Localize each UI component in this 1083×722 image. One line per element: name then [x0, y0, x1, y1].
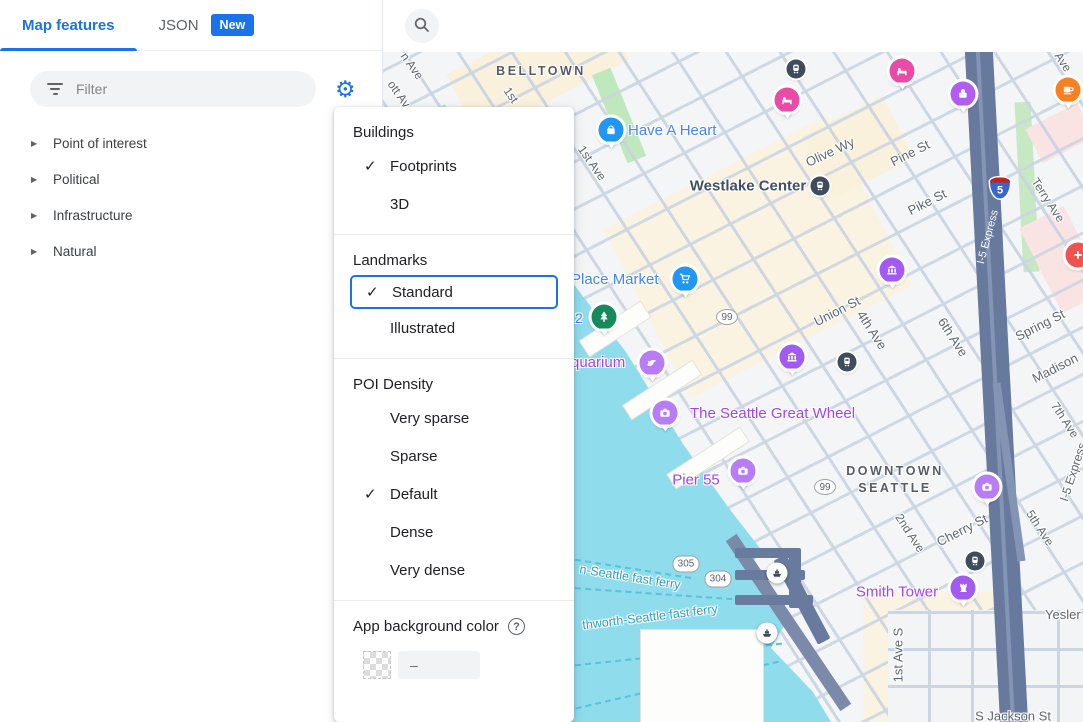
panel-tabs: Map features JSONNew [0, 0, 382, 51]
map-settings-popover: Buildings ✓ Footprints 3D Landmarks ✓ St… [334, 107, 574, 722]
option-standard[interactable]: ✓ Standard [350, 275, 558, 309]
poi-label-westlake-center[interactable]: Westlake Center [690, 178, 806, 195]
place-of-worship-pin[interactable] [951, 82, 976, 107]
option-dense[interactable]: Dense [334, 513, 574, 551]
tree-item-infrastructure[interactable]: ▶Infrastructure [0, 197, 382, 233]
museum-pin[interactable] [780, 345, 805, 370]
tree-item-point-of-interest[interactable]: ▶Point of interest [0, 125, 382, 161]
street-label: 1st Ave S [891, 628, 906, 683]
tab-json[interactable]: JSONNew [137, 0, 277, 51]
hospital-pin[interactable] [1066, 243, 1083, 268]
aquarium-dolphin-pin[interactable] [640, 351, 665, 376]
map-style-editor: n Ave ott Av 1st 1st Ave BELLTOWN Olive … [0, 0, 1083, 722]
photo-spot-pin[interactable] [731, 459, 756, 484]
neighborhood-label-seattle: SEATTLE [858, 481, 932, 495]
poi-label-have-a-heart[interactable]: Have A Heart [628, 122, 716, 139]
option-sparse[interactable]: Sparse [334, 437, 574, 475]
search-icon [413, 16, 431, 37]
new-badge: New [211, 14, 255, 36]
check-icon: ✓ [364, 485, 390, 503]
search-button[interactable] [405, 9, 439, 43]
check-icon: ✓ [364, 157, 390, 175]
park-tree-pin[interactable] [592, 305, 617, 330]
style-editor-panel: Map features JSONNew Filter ⚙ ▶Point of … [0, 0, 383, 722]
photo-spot-pin[interactable] [653, 401, 678, 426]
option-footprints[interactable]: ✓ Footprints [334, 147, 574, 185]
filter-placeholder: Filter [76, 81, 107, 97]
cafe-pin[interactable] [1056, 78, 1081, 103]
option-illustrated[interactable]: Illustrated [334, 309, 574, 347]
gear-icon[interactable]: ⚙ [335, 78, 356, 101]
hotel-pin[interactable] [775, 88, 800, 113]
poi-label-smith-tower[interactable]: Smith Tower [856, 584, 938, 601]
ferry-terminal-icon[interactable] [757, 623, 778, 644]
transit-station-icon[interactable] [966, 552, 985, 571]
map-toolbar [383, 0, 1083, 52]
route-shield-99: 99 [814, 479, 836, 495]
tree-item-natural[interactable]: ▶Natural [0, 233, 382, 269]
option-very-sparse[interactable]: Very sparse [334, 399, 574, 437]
color-value-field[interactable]: – [398, 651, 480, 679]
poi-label-place-market[interactable]: Place Market [571, 271, 659, 288]
chevron-right-icon: ▶ [31, 247, 53, 256]
shopping-cart-pin[interactable] [673, 267, 698, 292]
neighborhood-label-belltown: BELLTOWN [496, 64, 586, 78]
route-shield-304: 304 [705, 571, 732, 588]
poi-label-pier-55[interactable]: Pier 55 [672, 472, 720, 489]
street-grid-south [888, 610, 1083, 722]
ferry-terminal-icon[interactable] [767, 563, 788, 584]
option-3d[interactable]: 3D [334, 185, 574, 223]
transit-station-icon[interactable] [838, 353, 857, 372]
transit-station-icon[interactable] [811, 177, 830, 196]
help-icon[interactable]: ? [508, 618, 525, 635]
feature-tree: ▶Point of interest ▶Political ▶Infrastru… [0, 125, 382, 269]
poi-label-62: 2 [575, 310, 583, 326]
filter-input[interactable]: Filter [30, 71, 316, 107]
color-swatch-transparent[interactable] [363, 651, 391, 679]
photo-spot-pin[interactable] [975, 475, 1000, 500]
shopping-bag-pin[interactable] [599, 118, 624, 143]
street-label: S Jackson St [975, 709, 1051, 722]
neighborhood-label-downtown: DOWNTOWN [846, 464, 944, 478]
poi-label-great-wheel[interactable]: The Seattle Great Wheel [690, 405, 855, 422]
transit-station-icon[interactable] [787, 60, 806, 79]
option-very-dense[interactable]: Very dense [334, 551, 574, 589]
option-default[interactable]: ✓ Default [334, 475, 574, 513]
tab-map-features[interactable]: Map features [0, 0, 137, 51]
section-title-landmarks: Landmarks [334, 252, 574, 275]
filter-icon [46, 80, 64, 98]
section-title-app-background-color: App background color [353, 618, 499, 635]
hotel-pin[interactable] [890, 59, 915, 84]
route-shield-99: 99 [716, 309, 738, 325]
chevron-right-icon: ▶ [31, 139, 53, 148]
section-title-poi-density: POI Density [334, 376, 574, 399]
route-shield-305: 305 [673, 556, 700, 573]
poi-label-aquarium[interactable]: quarium [571, 354, 625, 371]
street-label: Yesler W [1045, 607, 1083, 622]
colman-dock-pier [641, 630, 763, 722]
check-icon: ✓ [366, 283, 392, 301]
section-title-buildings: Buildings [334, 124, 574, 147]
museum-pin[interactable] [880, 258, 905, 283]
chevron-right-icon: ▶ [31, 211, 53, 220]
tree-item-political[interactable]: ▶Political [0, 161, 382, 197]
castle-tower-pin[interactable] [951, 576, 976, 601]
chevron-right-icon: ▶ [31, 175, 53, 184]
